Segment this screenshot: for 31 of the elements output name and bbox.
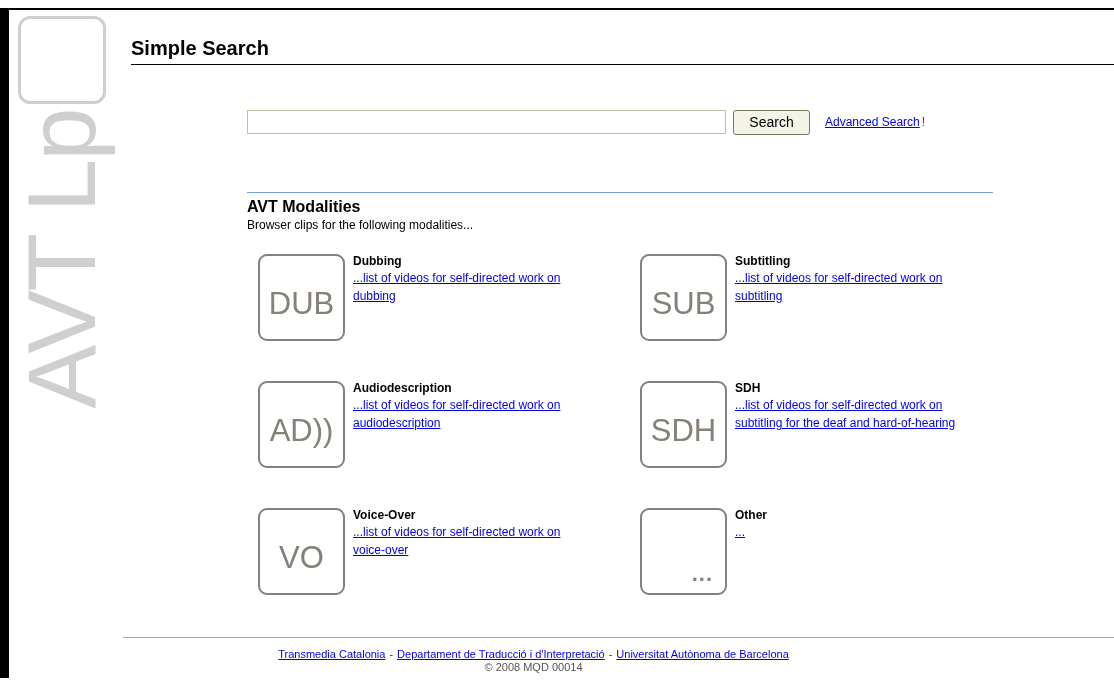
modality-name: Other xyxy=(735,508,767,523)
footer-link[interactable]: Universitat Autònoma de Barcelona xyxy=(616,648,789,660)
modality-link[interactable]: ...list of videos for self-directed work on dubbing xyxy=(353,269,568,305)
section-intro: Browser clips for the following modalities... xyxy=(247,218,475,232)
modality-name: Subtitling xyxy=(735,254,791,269)
modality-tile-icon[interactable]: SDH xyxy=(640,381,727,468)
copyright-text: © 2008 MQD 00014 xyxy=(484,661,583,673)
modality-tile-icon[interactable]: DUB xyxy=(258,254,345,341)
search-button[interactable]: Search xyxy=(733,109,810,135)
modality-tile-icon[interactable]: SUB xyxy=(640,254,727,341)
search-field[interactable] xyxy=(247,110,726,134)
modality-name: Audiodescription xyxy=(353,381,452,396)
modality-link[interactable]: ...list of videos for self-directed work on subtitling for the deaf and hard-of-hearing xyxy=(735,396,985,432)
section-heading: AVT Modalities xyxy=(247,198,362,216)
footer-link[interactable]: Transmedia Catalonia xyxy=(278,648,386,660)
separator: - xyxy=(608,648,613,660)
footer-link[interactable]: Departament de Traducció i d'Interpretació xyxy=(397,648,605,660)
modality-tile-icon[interactable]: VO xyxy=(258,508,345,595)
modality-link[interactable]: ...list of videos for self-directed work on audiodescription xyxy=(353,396,568,432)
advanced-search-link[interactable]: Advanced Search xyxy=(825,115,920,129)
modality-tile-icon[interactable]: AD)) xyxy=(258,381,345,468)
exclamation-mark: ! xyxy=(921,115,926,129)
modality-name: Voice-Over xyxy=(353,508,416,523)
separator: - xyxy=(389,648,394,660)
modality-link[interactable]: ...list of videos for self-directed work on voice-over xyxy=(353,523,568,559)
modality-name: SDH xyxy=(735,381,761,396)
modality-name: Dubbing xyxy=(353,254,402,269)
modality-link[interactable]: ...list of videos for self-directed work on subtitling xyxy=(735,269,985,305)
page-title: Simple Search xyxy=(131,37,1114,65)
modality-tile-icon[interactable]: ... xyxy=(640,508,727,595)
modality-link[interactable]: ... xyxy=(735,523,745,541)
